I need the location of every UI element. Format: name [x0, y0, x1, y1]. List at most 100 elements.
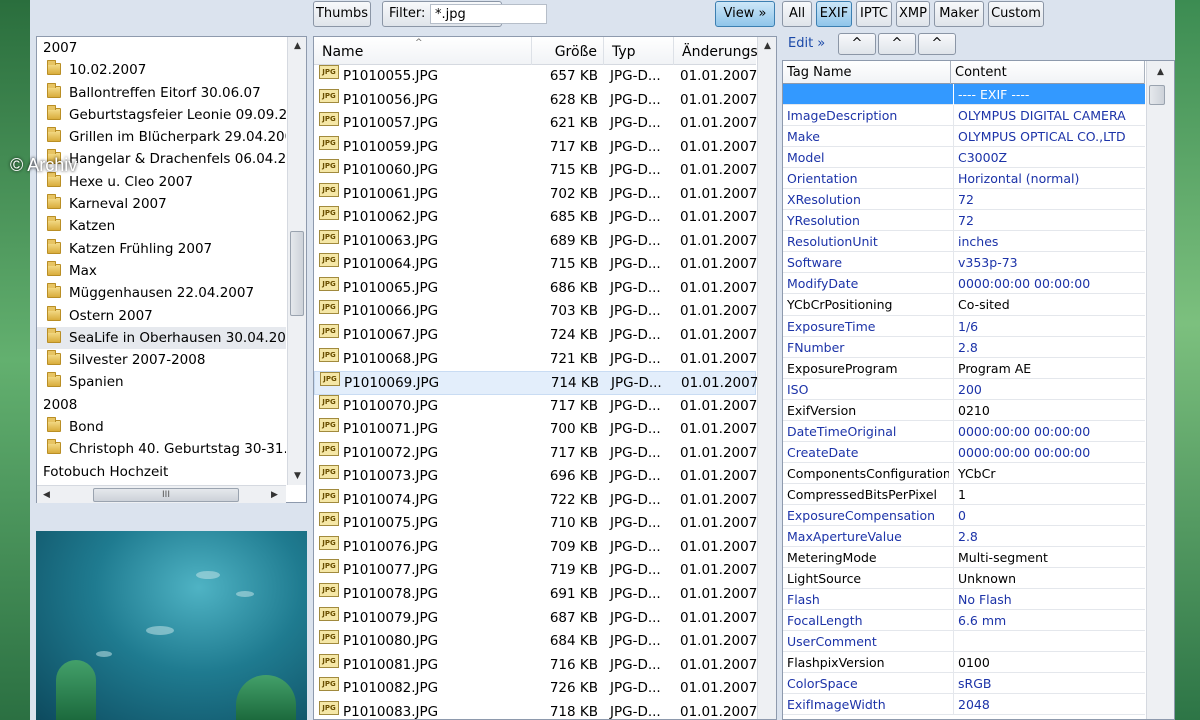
content-cell[interactable]: 2.8: [953, 525, 1141, 547]
scroll-up-arrow-icon[interactable]: ▲: [758, 37, 776, 55]
folder-tree-item[interactable]: Spanien: [37, 371, 286, 393]
file-row[interactable]: JPG P1010073.JPG 696 KB JPG-D... 01.01.2007: [314, 465, 757, 489]
metadata-row[interactable]: DateTimeOriginal 0000:00:00 00:00:00: [783, 420, 1145, 442]
folder-tree-item[interactable]: Grillen im Blücherpark 29.04.2007: [37, 126, 286, 148]
file-row[interactable]: JPG P1010068.JPG 721 KB JPG-D... 01.01.2007: [314, 347, 757, 372]
tab-custom[interactable]: Custom: [988, 1, 1044, 27]
content-cell[interactable]: 0000:00:00 00:00:00: [953, 273, 1141, 295]
metadata-row[interactable]: ResolutionUnit inches: [783, 231, 1145, 253]
metadata-row[interactable]: ExposureProgram Program AE: [783, 357, 1145, 379]
scroll-left-arrow-icon[interactable]: ◀: [37, 486, 56, 504]
metadata-row[interactable]: Flash No Flash: [783, 589, 1145, 611]
tab-iptc[interactable]: IPTC: [856, 1, 892, 27]
metadata-row[interactable]: YCbCrPositioning Co-sited: [783, 294, 1145, 316]
folder-tree-vscrollbar[interactable]: ▲ ▼: [287, 37, 306, 485]
file-row[interactable]: JPG P1010079.JPG 687 KB JPG-D... 01.01.2007: [314, 606, 757, 631]
file-row[interactable]: JPG P1010081.JPG 716 KB JPG-D... 01.01.2007: [314, 653, 757, 678]
metadata-row[interactable]: MaxApertureValue 2.8: [783, 525, 1145, 548]
content-cell[interactable]: No Flash: [953, 589, 1141, 611]
edit-menu-link[interactable]: Edit »: [788, 36, 825, 51]
file-row[interactable]: JPG P1010057.JPG 621 KB JPG-D... 01.01.2007: [314, 112, 757, 136]
column-header-content[interactable]: Content: [951, 61, 1145, 84]
file-list[interactable]: Name ^ Größe Typ Änderungs JPG P1010055.J…: [313, 36, 777, 720]
metadata-row[interactable]: LightSource Unknown: [783, 568, 1145, 590]
file-row[interactable]: JPG P1010075.JPG 710 KB JPG-D... 01.01.2007: [314, 512, 757, 536]
file-row[interactable]: JPG P1010060.JPG 715 KB JPG-D... 01.01.2007: [314, 159, 757, 183]
metadata-row[interactable]: ImageDescription OLYMPUS DIGITAL CAMERA: [783, 105, 1145, 127]
content-cell[interactable]: OLYMPUS OPTICAL CO.,LTD: [953, 126, 1141, 148]
metadata-row[interactable]: FocalLength 6.6 mm: [783, 610, 1145, 632]
file-row[interactable]: JPG P1010074.JPG 722 KB JPG-D... 01.01.2007: [314, 488, 757, 513]
metadata-row[interactable]: CompressedBitsPerPixel 1: [783, 483, 1145, 505]
file-row[interactable]: JPG P1010066.JPG 703 KB JPG-D... 01.01.2007: [314, 300, 757, 324]
folder-tree-item[interactable]: Fotobuch Hochzeit: [37, 461, 286, 483]
folder-tree-item[interactable]: Katzen: [37, 215, 286, 237]
file-row[interactable]: JPG P1010078.JPG 691 KB JPG-D... 01.01.2007: [314, 583, 757, 607]
metadata-row[interactable]: CreateDate 0000:00:00 00:00:00: [783, 441, 1145, 463]
metadata-row[interactable]: YResolution 72: [783, 210, 1145, 232]
content-cell[interactable]: 2048: [953, 694, 1141, 716]
content-cell[interactable]: Horizontal (normal): [953, 168, 1141, 190]
tab-all[interactable]: All: [782, 1, 812, 27]
file-row[interactable]: JPG P1010083.JPG 718 KB JPG-D... 01.01.2007: [314, 700, 757, 719]
metadata-row[interactable]: ExposureTime 1/6: [783, 315, 1145, 337]
column-header-type[interactable]: Typ: [604, 37, 674, 65]
folder-tree-item[interactable]: Ballontreffen Eitorf 30.06.07: [37, 82, 286, 104]
move-up-button-1[interactable]: ^: [838, 33, 876, 55]
tab-maker[interactable]: Maker: [934, 1, 984, 27]
content-cell[interactable]: 0000:00:00 00:00:00: [953, 420, 1141, 442]
content-cell[interactable]: 6.6 mm: [953, 610, 1141, 632]
metadata-row[interactable]: Model C3000Z: [783, 147, 1145, 169]
move-up-button-2[interactable]: ^: [878, 33, 916, 55]
content-cell[interactable]: YCbCr: [953, 462, 1141, 484]
content-cell[interactable]: 72: [953, 210, 1141, 232]
metadata-vscrollbar[interactable]: ▲: [1146, 61, 1174, 719]
folder-tree[interactable]: 2007 10.02.2007 Ballontreffen Eitorf 30.06…: [36, 36, 307, 503]
metadata-table[interactable]: Tag Name Content ---- EXIF ---- ImageDes…: [782, 60, 1175, 720]
content-cell[interactable]: Unknown: [953, 568, 1141, 590]
folder-tree-item[interactable]: Karneval 2007: [37, 193, 286, 215]
thumbs-button[interactable]: Thumbs: [313, 1, 371, 27]
file-row[interactable]: JPG P1010072.JPG 717 KB JPG-D... 01.01.2007: [314, 441, 757, 466]
file-row[interactable]: JPG P1010077.JPG 719 KB JPG-D... 01.01.2007: [314, 559, 757, 583]
metadata-row[interactable]: ExifVersion 0210: [783, 399, 1145, 421]
content-cell[interactable]: 72: [953, 189, 1141, 211]
folder-tree-item[interactable]: Bond: [37, 416, 286, 438]
metadata-group-row[interactable]: ---- EXIF ----: [783, 84, 1145, 106]
metadata-row[interactable]: ComponentsConfiguration YCbCr: [783, 462, 1145, 484]
hscroll-thumb[interactable]: III: [93, 488, 239, 502]
metadata-row[interactable]: Make OLYMPUS OPTICAL CO.,LTD: [783, 126, 1145, 148]
file-row[interactable]: JPG P1010064.JPG 715 KB JPG-D... 01.01.2007: [314, 253, 757, 277]
metadata-row[interactable]: ModifyDate 0000:00:00 00:00:00: [783, 273, 1145, 295]
file-row[interactable]: JPG P1010076.JPG 709 KB JPG-D... 01.01.2007: [314, 535, 757, 560]
folder-tree-item[interactable]: Geburtstagsfeier Leonie 09.09.20: [37, 104, 286, 126]
content-cell[interactable]: 0210: [953, 399, 1141, 421]
folder-tree-item[interactable]: Müggenhausen 22.04.2007: [37, 282, 286, 304]
scroll-down-arrow-icon[interactable]: ▼: [288, 467, 307, 485]
content-cell[interactable]: Multi-segment: [953, 547, 1141, 569]
folder-tree-item[interactable]: Christoph 40. Geburtstag 30-31.0: [37, 438, 286, 460]
content-cell[interactable]: sRGB: [953, 673, 1141, 695]
folder-tree-hscrollbar[interactable]: ◀ III ▶: [37, 485, 286, 503]
file-row[interactable]: JPG P1010063.JPG 689 KB JPG-D... 01.01.2007: [314, 229, 757, 254]
file-row[interactable]: JPG P1010056.JPG 628 KB JPG-D... 01.01.2007: [314, 88, 757, 113]
metadata-row[interactable]: MeteringMode Multi-segment: [783, 547, 1145, 569]
folder-tree-item[interactable]: SeaLife in Oberhausen 30.04.2007: [37, 326, 286, 350]
column-header-name[interactable]: Name ^: [314, 37, 532, 65]
metadata-row[interactable]: ColorSpace sRGB: [783, 673, 1145, 695]
metadata-row[interactable]: FNumber 2.8: [783, 336, 1145, 358]
file-row[interactable]: JPG P1010071.JPG 700 KB JPG-D... 01.01.2007: [314, 418, 757, 442]
tab-exif[interactable]: EXIF: [816, 1, 852, 27]
folder-tree-item[interactable]: Silvester 2007-2008: [37, 349, 286, 371]
scroll-up-arrow-icon[interactable]: ▲: [1151, 63, 1170, 81]
file-row[interactable]: JPG P1010080.JPG 684 KB JPG-D... 01.01.2007: [314, 630, 757, 654]
folder-tree-item[interactable]: Katzen Frühling 2007: [37, 238, 286, 260]
file-row[interactable]: JPG P1010065.JPG 686 KB JPG-D... 01.01.2007: [314, 276, 757, 301]
folder-tree-item[interactable]: 2008: [37, 394, 286, 416]
content-cell[interactable]: [953, 631, 1141, 653]
metadata-row[interactable]: UserComment: [783, 631, 1145, 653]
column-header-date[interactable]: Änderungs: [674, 37, 758, 65]
file-row[interactable]: JPG P1010055.JPG 657 KB JPG-D... 01.01.2007: [314, 65, 757, 89]
tab-xmp[interactable]: XMP: [896, 1, 930, 27]
file-list-vscrollbar[interactable]: ▲: [757, 37, 776, 719]
